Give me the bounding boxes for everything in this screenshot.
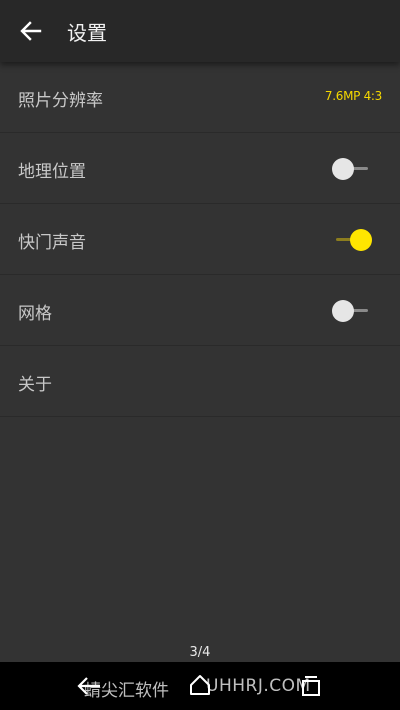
arrow-left-icon: [20, 21, 42, 41]
toggle-thumb: [350, 229, 372, 251]
setting-location[interactable]: 地理位置: [0, 133, 400, 204]
system-navigation-bar: 蜻尖汇软件 UHHRJ.COM: [0, 662, 400, 710]
watermark-url: UHHRJ.COM: [206, 676, 311, 696]
setting-label: 网格: [18, 304, 52, 324]
setting-label: 快门声音: [18, 233, 86, 253]
settings-list: 照片分辨率 7.6MP 4:3 地理位置 快门声音 网格 关于: [0, 62, 400, 417]
shutter-sound-toggle[interactable]: [332, 228, 372, 252]
setting-photo-resolution[interactable]: 照片分辨率 7.6MP 4:3: [0, 62, 400, 133]
toggle-thumb: [332, 300, 354, 322]
setting-about[interactable]: 关于: [0, 346, 400, 417]
page-indicator: 3/4: [189, 645, 211, 660]
app-toolbar: 设置: [0, 0, 400, 62]
page-title: 设置: [67, 21, 107, 45]
watermark-text: 蜻尖汇软件: [84, 681, 169, 701]
setting-grid[interactable]: 网格: [0, 275, 400, 346]
setting-label: 关于: [18, 375, 52, 395]
back-button[interactable]: [12, 13, 50, 49]
location-toggle[interactable]: [332, 157, 372, 181]
toggle-thumb: [332, 158, 354, 180]
setting-label: 照片分辨率: [18, 91, 103, 111]
nav-recent-apps-icon[interactable]: [299, 674, 323, 698]
setting-label: 地理位置: [18, 162, 86, 182]
grid-toggle[interactable]: [332, 299, 372, 323]
setting-shutter-sound[interactable]: 快门声音: [0, 204, 400, 275]
resolution-value: 7.6MP 4:3: [324, 89, 382, 103]
